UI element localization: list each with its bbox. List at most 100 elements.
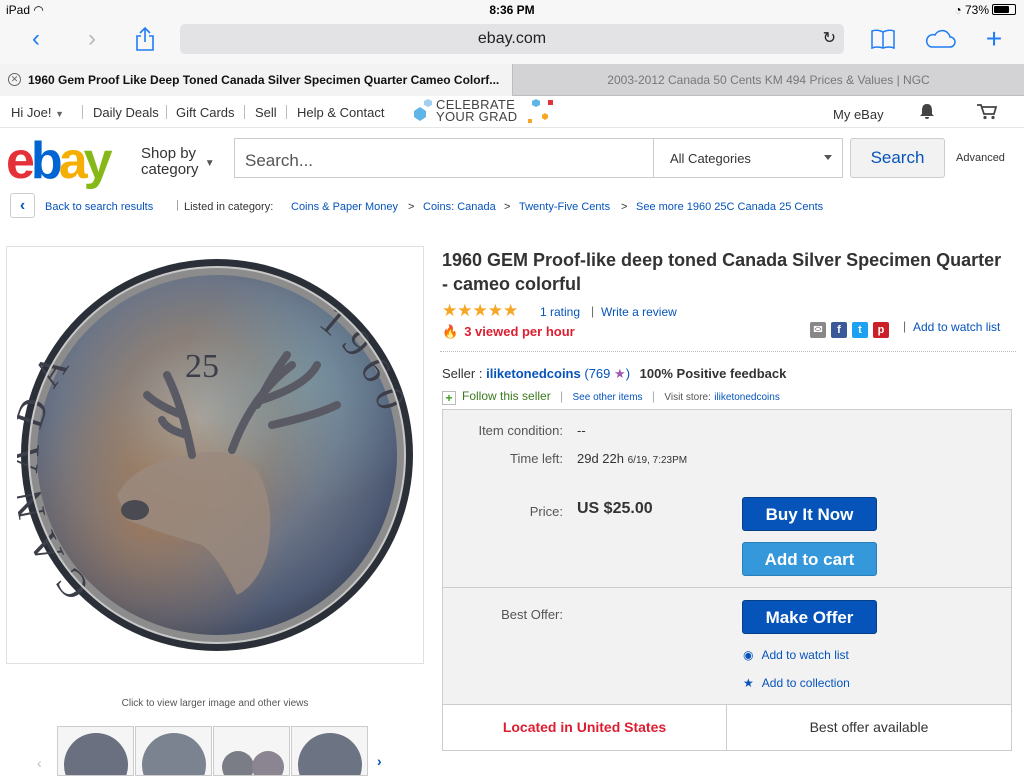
viewed-text: 3 viewed per hour	[464, 324, 575, 339]
chevron-down-icon	[824, 155, 832, 160]
thumbnail-2[interactable]	[135, 726, 212, 776]
seller-name-link[interactable]: iliketonedcoins	[486, 366, 581, 381]
new-tab-icon[interactable]: +	[980, 21, 1008, 57]
follow-seller-link[interactable]: Follow this seller	[462, 389, 551, 403]
thumbnail-1[interactable]	[57, 726, 134, 776]
daily-deals-link[interactable]: Daily Deals	[93, 105, 159, 120]
add-to-cart-button[interactable]: Add to cart	[742, 542, 877, 576]
purple-star-icon: ★	[614, 366, 626, 381]
back-arrow-icon[interactable]: ‹	[22, 21, 50, 57]
price-label: Price:	[529, 504, 563, 519]
category-select[interactable]: All Categories	[654, 138, 843, 178]
time-left-duration: 29d 22h	[577, 451, 624, 466]
gift-cards-link[interactable]: Gift Cards	[176, 105, 235, 120]
seller-info: Seller : iliketonedcoins (769 ★) 100% Po…	[442, 366, 787, 381]
crumb-coins-paper-money[interactable]: Coins & Paper Money	[291, 201, 398, 213]
rotation-lock-icon: ◔	[954, 3, 962, 17]
notification-bell-icon[interactable]	[919, 103, 935, 123]
price-value: US $25.00	[577, 500, 653, 517]
reload-icon[interactable]: ↻	[823, 24, 836, 54]
image-caption: Click to view larger image and other vie…	[121, 698, 309, 709]
search-input[interactable]: Search...	[234, 138, 654, 178]
tab-bar: ✕ 1960 Gem Proof Like Deep Toned Canada …	[0, 64, 1024, 96]
chevron-down-icon: ▼	[204, 158, 215, 169]
pinterest-share-icon[interactable]: p	[873, 322, 889, 338]
add-watch-list-link[interactable]: ◉ Add to watch list	[743, 648, 849, 662]
share-icon[interactable]	[130, 21, 160, 57]
thumbnail-4[interactable]	[291, 726, 368, 776]
promo-text: CELEBRATE YOUR GRAD	[436, 98, 517, 123]
battery-percent: 73%	[964, 3, 989, 17]
add-to-watch-list-link[interactable]: Add to watch list	[913, 320, 1000, 334]
add-collection-text: Add to collection	[761, 676, 850, 690]
follow-plus-icon[interactable]: +	[442, 391, 456, 405]
twitter-share-icon[interactable]: t	[852, 322, 868, 338]
facebook-share-icon[interactable]: f	[831, 322, 847, 338]
see-other-items-link[interactable]: See other items	[573, 392, 643, 403]
tab-active[interactable]: ✕ 1960 Gem Proof Like Deep Toned Canada …	[0, 64, 512, 96]
item-location: Located in United States	[443, 705, 727, 750]
logo-letter-b: b	[30, 132, 63, 190]
logo-letter-y: y	[83, 132, 113, 190]
condition-label: Item condition:	[478, 423, 563, 438]
eye-icon: ◉	[743, 648, 754, 662]
address-bar[interactable]: ebay.com ↻	[180, 24, 844, 54]
ebay-top-nav: Hi Joe! ▼ Daily Deals Gift Cards Sell He…	[0, 97, 1024, 128]
sell-link[interactable]: Sell	[255, 105, 277, 120]
battery-icon	[992, 4, 1016, 15]
make-offer-button[interactable]: Make Offer	[742, 600, 877, 634]
crumb-see-more[interactable]: See more 1960 25C Canada 25 Cents	[636, 201, 823, 213]
share-icons: ✉ f t p	[810, 320, 894, 338]
help-contact-link[interactable]: Help & Contact	[297, 105, 384, 120]
my-ebay-link[interactable]: My eBay	[833, 107, 884, 122]
cart-icon[interactable]	[976, 103, 998, 123]
listing-title: 1960 GEM Proof-like deep toned Canada Si…	[442, 250, 1002, 294]
icloud-tabs-icon[interactable]	[920, 21, 960, 57]
visit-store-label: Visit store:	[664, 392, 711, 403]
thumb-next-arrow-icon[interactable]: ›	[377, 753, 382, 769]
tab-inactive[interactable]: 2003-2012 Canada 50 Cents KM 494 Prices …	[512, 64, 1024, 96]
crumb-coins-canada[interactable]: Coins: Canada	[423, 201, 496, 213]
browser-toolbar: ‹ › ebay.com ↻ +	[0, 20, 1024, 64]
search-button[interactable]: Search	[850, 138, 945, 178]
bookmarks-icon[interactable]	[868, 21, 898, 57]
category-label: category	[141, 161, 199, 178]
add-collection-link[interactable]: ★ Add to collection	[743, 676, 850, 690]
listed-in-label: Listed in category:	[184, 201, 274, 213]
positive-feedback: 100% Positive feedback	[639, 366, 787, 381]
back-arrow-icon[interactable]: ‹	[10, 193, 35, 218]
battery-status: ◔ 73%	[954, 3, 1016, 17]
shop-by-category[interactable]: Shop by category ▼	[141, 146, 215, 180]
condition-value: --	[577, 423, 586, 438]
best-offer-label: Best Offer:	[501, 607, 563, 622]
logo-letter-a: a	[58, 132, 88, 190]
status-bar: iPad ◠ 8:36 PM ◔ 73%	[0, 0, 1024, 20]
write-review-link[interactable]: Write a review	[601, 305, 677, 319]
forward-arrow-icon[interactable]: ›	[78, 21, 106, 57]
seller-score[interactable]: 769	[589, 366, 611, 381]
close-tab-icon[interactable]: ✕	[8, 73, 21, 86]
follow-row: + Follow this seller | See other items | …	[442, 389, 780, 405]
advanced-search-link[interactable]: Advanced	[956, 152, 1005, 164]
category-select-value: All Categories	[670, 151, 751, 166]
product-image-panel[interactable]: CANADA 25 1960	[6, 246, 424, 664]
greeting-menu[interactable]: Hi Joe! ▼	[11, 105, 64, 120]
coin-image[interactable]: CANADA 25 1960	[17, 255, 417, 655]
crumb-twenty-five-cents[interactable]: Twenty-Five Cents	[519, 201, 610, 213]
buy-it-now-button[interactable]: Buy It Now	[742, 497, 877, 531]
store-link[interactable]: iliketonedcoins	[714, 392, 780, 403]
thumb-prev-arrow-icon[interactable]: ‹	[37, 755, 42, 771]
best-offer-available: Best offer available	[809, 719, 929, 735]
email-share-icon[interactable]: ✉	[810, 322, 826, 338]
celebrate-grad-promo[interactable]: CELEBRATE YOUR GRAD	[408, 97, 558, 127]
star-rating-icon: ★★★★★	[442, 301, 519, 320]
ebay-logo[interactable]: ebay	[6, 132, 113, 190]
thumbnail-3[interactable]	[213, 726, 290, 776]
viewed-per-hour: 🔥 3 viewed per hour	[442, 324, 575, 340]
back-to-results-link[interactable]: Back to search results	[45, 201, 153, 213]
seller-label: Seller :	[442, 366, 483, 381]
greeting-text: Hi Joe!	[11, 105, 52, 120]
star-icon: ★	[743, 676, 754, 690]
rating-count-link[interactable]: 1 rating	[540, 305, 580, 319]
add-watch-text: Add to watch list	[761, 648, 849, 662]
